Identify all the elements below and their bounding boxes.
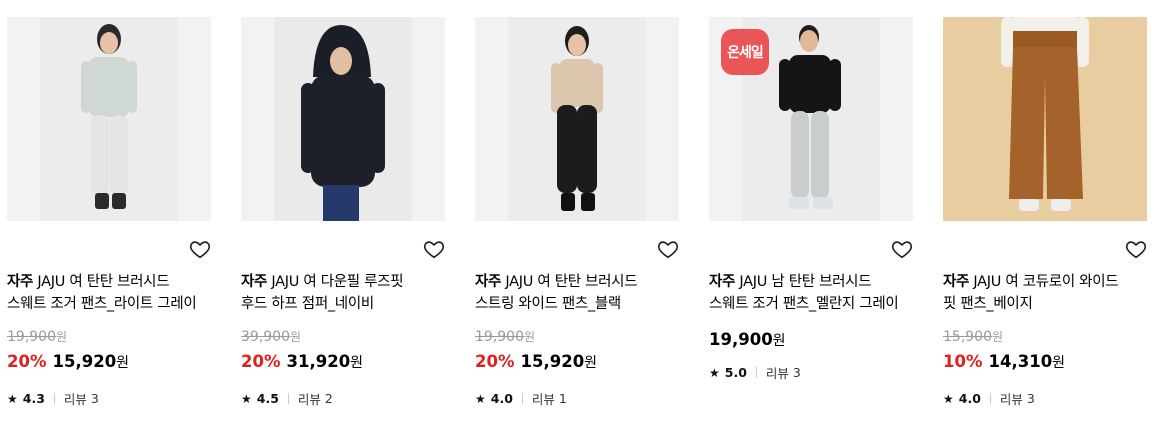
star-icon: ★ (475, 391, 486, 406)
product-name-line2: 핏 팬츠_베이지 (943, 296, 1033, 312)
product-photo-beige-corduroy-pants (943, 17, 1147, 221)
rating-review: ★ 4.5 리뷰 2 (241, 389, 333, 408)
product-card[interactable]: 자주 JAJU 여 탄탄 브러시드 스트링 와이드 팬츠_블랙 19,900원 … (475, 17, 679, 407)
star-icon: ★ (7, 391, 18, 406)
product-name-line1: JAJU 여 탄탄 브러시드 (505, 274, 638, 290)
discount-rate: 20% (7, 352, 47, 371)
sale-price: 15,920 (520, 352, 585, 371)
sale-price-row: 20% 31,920원 (241, 352, 363, 372)
divider (53, 393, 55, 404)
review-label: 리뷰 (297, 392, 321, 407)
review-count: 3 (792, 365, 801, 380)
price: 19,900 (709, 330, 773, 349)
heart-outline-icon[interactable] (189, 238, 211, 260)
product-name-line1: JAJU 여 탄탄 브러시드 (37, 274, 170, 290)
discount-rate: 10% (943, 352, 983, 371)
original-price: 15,900원 (943, 329, 1004, 345)
original-price: 19,900원 (475, 329, 536, 345)
product-card[interactable]: 자주 JAJU 여 다운필 루즈핏 후드 하프 점퍼_네이비 39,900원 2… (241, 17, 445, 407)
product-card[interactable]: 온세일 자주 JAJU 남 탄탄 브러시드 스웨트 조거 팬츠_멜란지 그레이 … (709, 17, 913, 381)
discount-rate: 20% (475, 352, 515, 371)
product-name-line1: JAJU 여 다운필 루즈핏 (271, 274, 404, 290)
currency: 원 (772, 333, 786, 349)
sale-price-row: 20% 15,920원 (7, 352, 129, 372)
product-image[interactable] (943, 17, 1147, 221)
review-count: 2 (324, 391, 333, 406)
product-name-line2: 스웨트 조거 팬츠_라이트 그레이 (7, 296, 197, 312)
original-price: 39,900원 (241, 329, 302, 345)
product-photo-light-gray-joggers (40, 17, 178, 221)
sale-price: 31,920 (286, 352, 351, 371)
divider (755, 367, 757, 378)
review-label: 리뷰 (999, 392, 1023, 407)
sale-price: 15,920 (52, 352, 117, 371)
rating-score: 4.0 (490, 391, 513, 406)
product-image[interactable] (241, 17, 445, 221)
brand-name: 자주 (7, 274, 34, 290)
star-icon: ★ (943, 391, 954, 406)
rating-score: 4.3 (22, 391, 45, 406)
product-image[interactable]: 온세일 (709, 17, 913, 221)
brand-name: 자주 (943, 274, 970, 290)
star-icon: ★ (241, 391, 252, 406)
rating-review: ★ 4.0 리뷰 1 (475, 389, 567, 408)
product-image[interactable] (475, 17, 679, 221)
price-row: 19,900원 (709, 330, 786, 350)
rating-score: 5.0 (724, 365, 747, 380)
sale-price-row: 10% 14,310원 (943, 352, 1065, 372)
divider (989, 393, 991, 404)
review-label: 리뷰 (63, 392, 87, 407)
review-count: 1 (558, 391, 567, 406)
brand-name: 자주 (475, 274, 502, 290)
currency: 원 (350, 355, 364, 371)
review-label: 리뷰 (765, 366, 789, 381)
review-label: 리뷰 (531, 392, 555, 407)
product-name-line2: 스웨트 조거 팬츠_멜란지 그레이 (709, 296, 899, 312)
original-price: 19,900원 (7, 329, 68, 345)
rating-review: ★ 5.0 리뷰 3 (709, 363, 801, 382)
product-title[interactable]: 자주 JAJU 남 탄탄 브러시드 스웨트 조거 팬츠_멜란지 그레이 (709, 271, 913, 315)
discount-rate: 20% (241, 352, 281, 371)
sale-price: 14,310 (988, 352, 1053, 371)
star-icon: ★ (709, 365, 720, 380)
product-name-line1: JAJU 남 탄탄 브러시드 (739, 274, 872, 290)
rating-score: 4.5 (256, 391, 279, 406)
product-title[interactable]: 자주 JAJU 여 탄탄 브러시드 스웨트 조거 팬츠_라이트 그레이 (7, 271, 211, 315)
divider (521, 393, 523, 404)
product-image[interactable] (7, 17, 211, 221)
product-name-line1: JAJU 여 코듀로이 와이드 (973, 274, 1119, 290)
review-count: 3 (1026, 391, 1035, 406)
review-count: 3 (90, 391, 99, 406)
product-card[interactable]: 자주 JAJU 여 코듀로이 와이드 핏 팬츠_베이지 15,900원 10% 1… (943, 17, 1147, 407)
rating-score: 4.0 (958, 391, 981, 406)
on-sale-badge: 온세일 (721, 29, 769, 75)
product-title[interactable]: 자주 JAJU 여 코듀로이 와이드 핏 팬츠_베이지 (943, 271, 1147, 315)
product-photo-black-wide-pants (508, 17, 646, 221)
sale-price-row: 20% 15,920원 (475, 352, 597, 372)
product-card[interactable]: 자주 JAJU 여 탄탄 브러시드 스웨트 조거 팬츠_라이트 그레이 19,9… (7, 17, 211, 407)
divider (287, 393, 289, 404)
product-name-line2: 후드 하프 점퍼_네이비 (241, 296, 374, 312)
rating-review: ★ 4.0 리뷰 3 (943, 389, 1035, 408)
product-name-line2: 스트링 와이드 팬츠_블랙 (475, 296, 621, 312)
brand-name: 자주 (241, 274, 268, 290)
product-photo-navy-hooded-jacket (274, 17, 412, 221)
product-title[interactable]: 자주 JAJU 여 다운필 루즈핏 후드 하프 점퍼_네이비 (241, 271, 445, 315)
rating-review: ★ 4.3 리뷰 3 (7, 389, 99, 408)
heart-outline-icon[interactable] (423, 238, 445, 260)
currency: 원 (116, 355, 130, 371)
brand-name: 자주 (709, 274, 736, 290)
currency: 원 (584, 355, 598, 371)
heart-outline-icon[interactable] (657, 238, 679, 260)
product-title[interactable]: 자주 JAJU 여 탄탄 브러시드 스트링 와이드 팬츠_블랙 (475, 271, 679, 315)
heart-outline-icon[interactable] (1125, 238, 1147, 260)
currency: 원 (1052, 355, 1066, 371)
heart-outline-icon[interactable] (891, 238, 913, 260)
